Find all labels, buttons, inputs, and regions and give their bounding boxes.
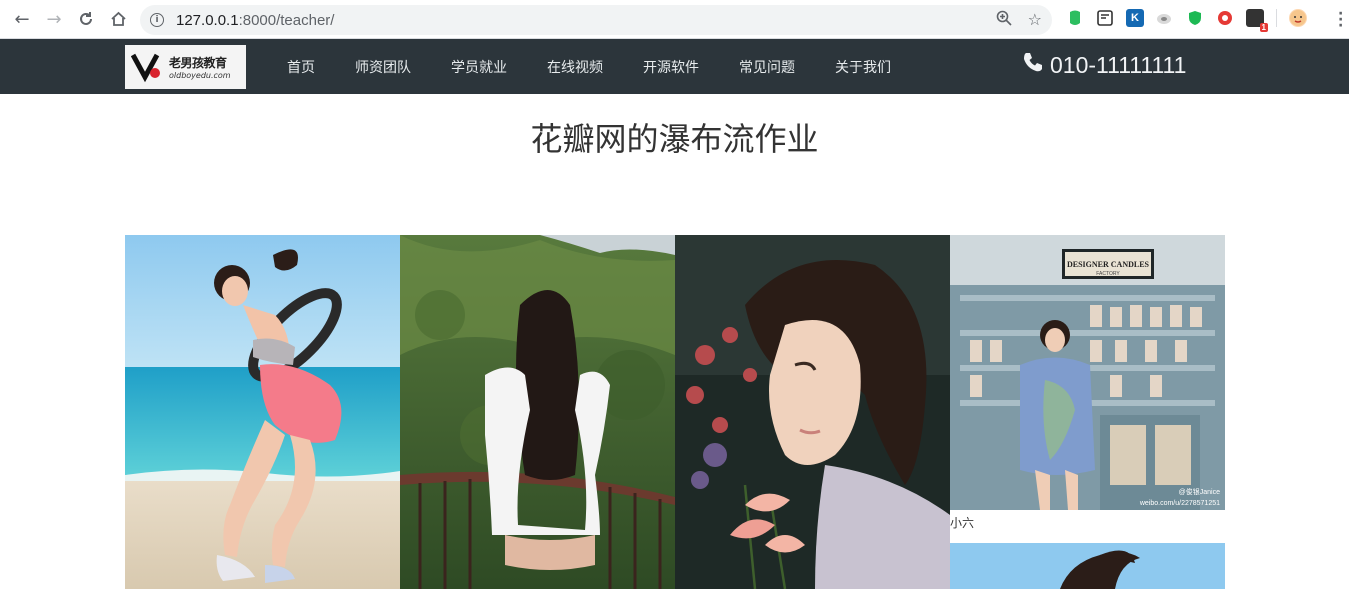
bookmark-star-icon[interactable]: ☆	[1028, 10, 1042, 30]
shield-icon[interactable]	[1186, 9, 1204, 27]
back-arrow-icon[interactable]: ←	[12, 9, 32, 30]
toolbar-divider	[1276, 9, 1277, 27]
url-text[interactable]: 127.0.0.1:8000/teacher/	[176, 12, 334, 29]
phone-icon	[1022, 51, 1044, 79]
svg-text:FACTORY: FACTORY	[1096, 271, 1120, 277]
k-extension-icon[interactable]: K	[1126, 9, 1144, 27]
photo-beach-repeat[interactable]	[950, 543, 1225, 589]
info-icon[interactable]: i	[150, 13, 164, 27]
weibo-watermark: @俊银Janice	[1179, 487, 1220, 496]
photo-hills[interactable]	[400, 235, 675, 589]
reader-icon[interactable]	[1096, 9, 1114, 27]
grammarly-icon[interactable]	[1216, 9, 1234, 27]
card-caption: 小六	[950, 510, 1225, 543]
url-host: 127.0.0.1	[176, 11, 239, 29]
evernote-icon[interactable]	[1066, 9, 1084, 27]
waterfall-grid: DESIGNER CANDLES FACTORY @俊银Janice weibo…	[125, 235, 1225, 589]
browser-toolbar: ← → i 127.0.0.1:8000/teacher/ ☆ K 1 · · …	[0, 0, 1349, 39]
waterfall-card[interactable]	[400, 235, 675, 589]
page-title: 花瓣网的瀑布流作业	[530, 120, 819, 158]
logo-chinese-text: 老男孩教育	[169, 56, 227, 70]
nav-item-videos[interactable]: 在线视频	[527, 57, 623, 77]
waterfall-card[interactable]	[125, 235, 400, 589]
photo-beach[interactable]	[125, 235, 400, 589]
waterfall-card[interactable]: DESIGNER CANDLES FACTORY @俊银Janice weibo…	[950, 235, 1225, 589]
forward-arrow-icon[interactable]: →	[44, 9, 64, 30]
nav-item-about[interactable]: 关于我们	[815, 57, 911, 77]
nav-item-employment[interactable]: 学员就业	[431, 57, 527, 77]
reload-icon[interactable]	[76, 9, 96, 29]
home-icon[interactable]	[108, 9, 128, 29]
address-bar[interactable]: i 127.0.0.1:8000/teacher/ ☆	[140, 5, 1052, 35]
site-navbar: 老男孩教育 oldboyedu.com 首页 师资团队 学员就业 在线视频 开源…	[0, 39, 1349, 94]
zoom-icon[interactable]	[996, 10, 1012, 30]
nav-item-faq[interactable]: 常见问题	[719, 57, 815, 77]
main-menu: 首页 师资团队 学员就业 在线视频 开源软件 常见问题 关于我们	[268, 39, 911, 94]
notification-extension-icon[interactable]: 1	[1246, 9, 1268, 32]
profile-avatar-icon[interactable]	[1289, 9, 1307, 27]
nav-item-open-source[interactable]: 开源软件	[623, 57, 719, 77]
nav-item-home[interactable]: 首页	[268, 57, 335, 77]
url-path: :8000/teacher/	[238, 11, 335, 29]
site-logo[interactable]: 老男孩教育 oldboyedu.com	[125, 45, 246, 89]
extension-badge: 1	[1259, 23, 1268, 32]
browser-menu-icon[interactable]: · · ·	[1338, 7, 1343, 33]
waterfall-card[interactable]	[675, 235, 950, 589]
phone-number: 010-11111111	[1050, 51, 1187, 78]
logo-mark-icon	[130, 51, 167, 83]
phone-contact: 010-11111111	[1022, 51, 1186, 79]
svg-text:weibo.com/u/2278571251: weibo.com/u/2278571251	[1139, 500, 1220, 507]
svg-text:DESIGNER CANDLES: DESIGNER CANDLES	[1067, 260, 1150, 269]
photo-flowers[interactable]	[675, 235, 950, 589]
logo-english-text: oldboyedu.com	[169, 71, 231, 80]
photo-candle-shop[interactable]: DESIGNER CANDLES FACTORY @俊银Janice weibo…	[950, 235, 1225, 510]
weibo-icon[interactable]	[1156, 9, 1174, 27]
nav-item-teachers[interactable]: 师资团队	[335, 57, 431, 77]
